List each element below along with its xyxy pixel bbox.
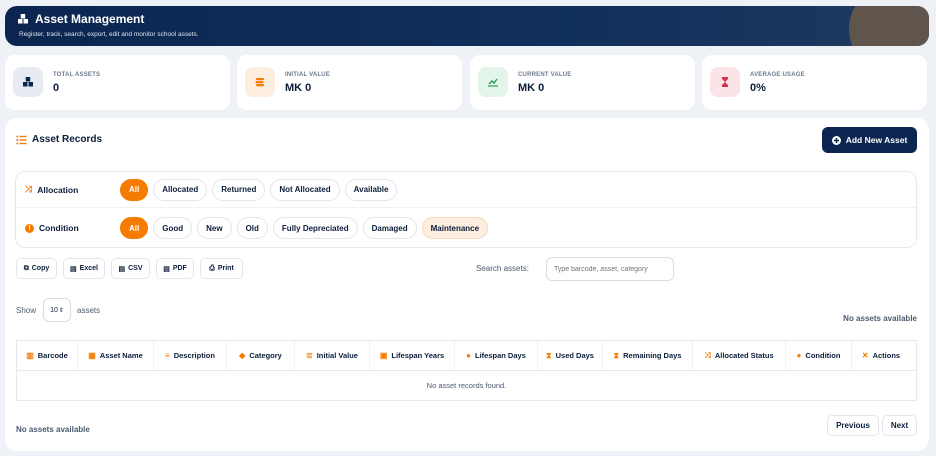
csv-button[interactable]: ▤ CSV bbox=[111, 258, 150, 279]
column-header-initial-value[interactable]: ≣ Initial Value bbox=[295, 341, 370, 370]
header-decoration bbox=[849, 6, 929, 46]
shuffle-icon: ⤨ bbox=[704, 350, 711, 360]
printer-icon: ⎙ bbox=[209, 264, 215, 272]
stat-value: MK 0 bbox=[285, 82, 312, 94]
next-page-button[interactable]: Next bbox=[882, 415, 917, 436]
hourglass-icon: ⧗ bbox=[613, 350, 620, 360]
empty-table-message: No asset records found. bbox=[426, 381, 507, 390]
search-input[interactable] bbox=[546, 257, 674, 281]
condition-filter-row: ! Condition All Good New Old Fully Depre… bbox=[16, 210, 916, 246]
filter-chip-all[interactable]: All bbox=[120, 217, 149, 239]
filter-chip-returned[interactable]: Returned bbox=[212, 178, 266, 201]
info-circle-icon: ● bbox=[796, 351, 802, 360]
stat-card-initial-value: INITIAL VALUE MK 0 bbox=[237, 55, 462, 110]
shuffle-icon: ⤨ bbox=[25, 184, 33, 194]
table-info-bottom: No assets available bbox=[16, 425, 90, 434]
barcode-icon: ▥ bbox=[26, 351, 34, 360]
filter-chip-old[interactable]: Old bbox=[236, 217, 268, 239]
section-title: Asset Records bbox=[32, 134, 103, 145]
tools-icon: ✕ bbox=[861, 351, 869, 360]
info-circle-icon: ! bbox=[25, 223, 34, 233]
list-icon bbox=[16, 135, 27, 144]
clock-icon: ● bbox=[466, 351, 471, 360]
stat-card-average-usage: AVERAGE USAGE 0% bbox=[702, 55, 927, 110]
length-prefix: Show bbox=[16, 306, 37, 315]
table-header: ▥ Barcode ▦ Asset Name ≡ Description ◆ Categ… bbox=[17, 341, 916, 371]
column-header-category[interactable]: ◆ Category bbox=[227, 341, 295, 370]
page-title: Asset Management bbox=[35, 12, 145, 26]
tag-icon: ◆ bbox=[239, 351, 246, 360]
filter-chip-available[interactable]: Available bbox=[344, 178, 398, 201]
column-header-description[interactable]: ≡ Description bbox=[154, 341, 227, 370]
filter-label: Condition bbox=[39, 223, 79, 233]
hourglass-icon bbox=[710, 67, 740, 97]
column-header-barcode[interactable]: ▥ Barcode bbox=[17, 341, 78, 370]
stat-value: 0 bbox=[53, 82, 60, 94]
boxes-icon: ▦ bbox=[88, 351, 96, 360]
calendar-icon: ▣ bbox=[379, 351, 388, 360]
column-header-condition[interactable]: ● Condition bbox=[786, 341, 852, 370]
stat-label: INITIAL VALUE bbox=[285, 72, 331, 78]
print-button[interactable]: ⎙ Print bbox=[200, 258, 243, 279]
file-pdf-icon: ▤ bbox=[163, 265, 170, 273]
table-info-top: No assets available bbox=[843, 314, 917, 323]
hourglass-icon: ⧗ bbox=[546, 350, 552, 360]
allocation-filter-row: ⤨ Allocation All Allocated Returned Not … bbox=[16, 172, 916, 208]
stat-card-current-value: CURRENT VALUE MK 0 bbox=[470, 55, 695, 110]
assets-table: ▥ Barcode ▦ Asset Name ≡ Description ◆ Categ… bbox=[16, 340, 917, 401]
stat-value: 0% bbox=[750, 82, 766, 94]
file-csv-icon: ▤ bbox=[118, 265, 126, 273]
filter-chip-good[interactable]: Good bbox=[153, 217, 193, 239]
filter-label: Allocation bbox=[37, 184, 79, 195]
column-header-asset-name[interactable]: ▦ Asset Name bbox=[78, 341, 154, 370]
filter-chip-allocated[interactable]: Allocated bbox=[153, 178, 208, 201]
align-left-icon: ≡ bbox=[165, 351, 170, 360]
copy-button[interactable]: ⧉ Copy bbox=[16, 258, 57, 279]
stat-label: CURRENT VALUE bbox=[518, 72, 572, 78]
filter-chip-fully-depreciated[interactable]: Fully Depreciated bbox=[272, 217, 358, 239]
page-length-select[interactable]: 10 ⇕ bbox=[43, 298, 71, 322]
sort-arrows-icon: ⇕ bbox=[58, 307, 64, 314]
plus-circle-icon bbox=[831, 135, 841, 145]
filter-chip-damaged[interactable]: Damaged bbox=[362, 217, 417, 239]
filter-chip-all[interactable]: All bbox=[120, 178, 149, 201]
filter-chip-new[interactable]: New bbox=[197, 217, 232, 239]
add-new-asset-button[interactable]: Add New Asset bbox=[822, 127, 917, 153]
boxes-icon bbox=[13, 67, 43, 97]
column-header-remaining-days[interactable]: ⧗ Remaining Days bbox=[603, 341, 693, 370]
stat-label: TOTAL ASSETS bbox=[53, 72, 101, 78]
pdf-button[interactable]: ▤ PDF bbox=[156, 258, 194, 279]
filter-chip-not-allocated[interactable]: Not Allocated bbox=[270, 178, 340, 201]
filter-panel: ⤨ Allocation All Allocated Returned Not … bbox=[15, 171, 917, 248]
column-header-used-days[interactable]: ⧗ Used Days bbox=[538, 341, 603, 370]
boxes-icon bbox=[18, 14, 28, 24]
copy-icon: ⧉ bbox=[23, 264, 29, 272]
coins-icon bbox=[245, 67, 275, 97]
stat-value: MK 0 bbox=[518, 82, 545, 94]
page-subtitle: Register, track, search, export, edit an… bbox=[19, 31, 199, 38]
page-header: Asset Management Register, track, search… bbox=[5, 6, 929, 46]
column-header-lifespan-days[interactable]: ● Lifespan Days bbox=[455, 341, 538, 370]
column-header-allocated-status[interactable]: ⤨ Allocated Status bbox=[693, 341, 786, 370]
column-header-lifespan-years[interactable]: ▣ Lifespan Years bbox=[370, 341, 455, 370]
previous-page-button[interactable]: Previous bbox=[827, 415, 879, 436]
length-suffix: assets bbox=[77, 306, 101, 315]
chart-line-icon bbox=[478, 67, 508, 97]
filter-chip-maintenance[interactable]: Maintenance bbox=[421, 217, 489, 239]
column-header-actions[interactable]: ✕ Actions bbox=[852, 341, 910, 370]
excel-button[interactable]: ▤ Excel bbox=[63, 258, 105, 279]
coins-icon: ≣ bbox=[306, 351, 313, 360]
search-label: Search assets: bbox=[476, 264, 529, 273]
file-excel-icon: ▤ bbox=[70, 265, 77, 273]
asset-records-panel: Asset Records Add New Asset ⤨ Allocation… bbox=[5, 118, 929, 451]
stat-card-total-assets: TOTAL ASSETS 0 bbox=[5, 55, 230, 110]
stat-label: AVERAGE USAGE bbox=[750, 72, 805, 78]
